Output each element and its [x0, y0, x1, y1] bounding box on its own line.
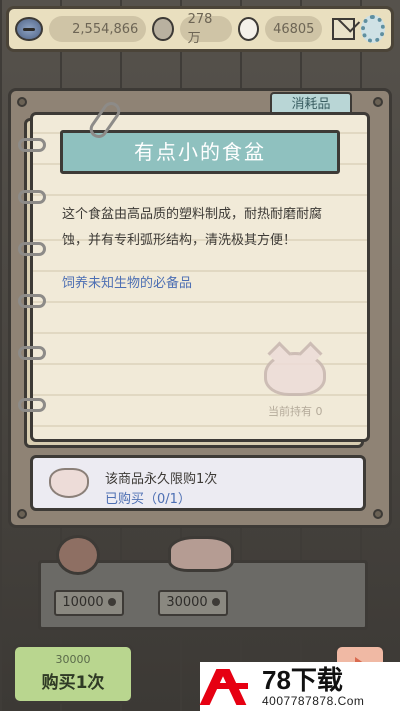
price-tag-right: 30000	[158, 590, 228, 616]
purchased-count: 已购买（0/1）	[105, 492, 191, 507]
item-description: 这个食盆由高品质的塑料制成，耐热耐磨耐腐蚀，并有专利弧形结构，清洗极其方便！	[62, 207, 323, 248]
bolt	[373, 97, 383, 107]
currency2-counter: 278万	[179, 12, 232, 46]
gear-icon[interactable]	[361, 15, 385, 43]
buy-button[interactable]: 30000 购买1次	[12, 644, 134, 704]
price-right-value: 30000	[166, 595, 208, 610]
coin-dot-icon	[211, 598, 220, 606]
creature-item-icon[interactable]	[56, 535, 100, 575]
shelf-bowl-icon[interactable]	[168, 536, 234, 572]
binder-ring	[18, 138, 46, 152]
price-left-value: 10000	[62, 595, 104, 610]
binder-ring	[18, 398, 46, 412]
watermark-brand: 78下载	[262, 664, 343, 695]
bolt	[17, 509, 27, 519]
binder-ring	[18, 294, 46, 308]
coin-icon	[15, 17, 43, 41]
coins-counter: 2,554,866	[48, 16, 147, 42]
currency3-counter: 46805	[265, 16, 323, 42]
top-resource-bar: 2,554,866 278万 46805	[6, 6, 394, 52]
coin-dot-icon	[107, 598, 116, 606]
owned-count: 当前持有 0	[268, 405, 323, 418]
item-tagline: 饲养未知生物的必备品	[62, 276, 193, 291]
watermark-url: 4007787878.Com	[262, 693, 365, 708]
price-tag-left: 10000	[54, 590, 124, 616]
binder-ring	[18, 242, 46, 256]
pet-bowl-icon	[49, 468, 89, 498]
mail-icon[interactable]	[332, 18, 356, 40]
buy-cost: 30000	[55, 653, 91, 666]
pet-bowl-icon	[264, 352, 326, 396]
binder-ring	[18, 190, 46, 204]
binder-ring	[18, 346, 46, 360]
white-bubble-icon	[237, 17, 260, 41]
bolt	[17, 97, 27, 107]
limit-text: 该商品永久限购1次	[105, 472, 218, 487]
speech-bubble-icon	[152, 17, 174, 41]
bolt	[373, 509, 383, 519]
buy-label: 购买1次	[41, 673, 105, 693]
watermark: 78下载 4007787878.Com	[199, 662, 400, 711]
brand-logo-icon	[199, 665, 256, 709]
purchase-limit-box: 该商品永久限购1次 已购买（0/1）	[30, 455, 366, 511]
